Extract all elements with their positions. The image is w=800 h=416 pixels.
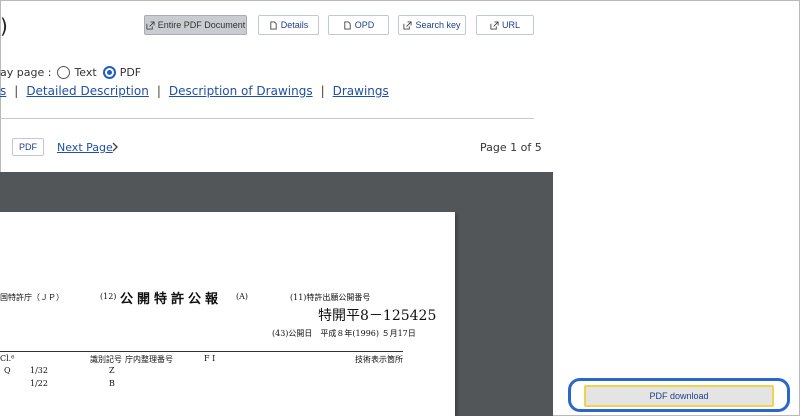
doc-office: 国特許庁（ＪＰ） [0,293,64,302]
opd-label: OPD [354,20,375,30]
url-label: URL [501,20,520,30]
radio-text-label[interactable]: Text [74,66,96,79]
details-label: Details [280,20,309,30]
chevron-right-icon[interactable] [109,140,121,154]
link-drawings[interactable]: Drawings [333,84,389,98]
document-icon [344,20,351,30]
opd-button[interactable]: OPD [328,15,389,35]
entire-pdf-document-button[interactable]: Entire PDF Document [144,15,247,35]
doc-col-id: 識別記号 [90,355,122,364]
search-key-button[interactable]: Search key [398,15,466,35]
next-page-link[interactable]: Next Page [57,141,113,154]
doc-row2-sub: 1/22 [30,379,48,388]
doc-pub-number: 特開平8－125425 [318,308,437,324]
link-detailed-description[interactable]: Detailed Description [26,84,149,98]
separator: | [320,84,325,98]
doc-row1-sub: 1/32 [30,366,48,375]
external-link-icon [403,20,413,30]
pdf-download-button[interactable]: PDF download [584,385,774,407]
doc-row1-id: Z [109,366,115,375]
pdf-button[interactable]: PDF [12,138,44,156]
display-page-label: ay page : [0,66,52,79]
doc-col-tech: 技術表示箇所 [355,355,403,364]
radio-pdf-label[interactable]: PDF [120,66,141,79]
external-link-icon [490,20,499,30]
page-indicator: Page 1 of 5 [480,141,542,154]
radio-pdf[interactable] [102,66,116,79]
doc-row2-id: B [109,379,115,388]
url-button[interactable]: URL [476,15,534,35]
doc-col-fi: F I [204,354,216,363]
page-title-fragment: ) [0,14,8,38]
display-page-selector: ay page : Text PDF [0,66,141,79]
doc-kind-title: 公開特許公報 [120,292,223,307]
details-button[interactable]: Details [258,15,319,35]
doc-pub-date: (43)公開日 平成８年(1996) ５月17日 [272,329,416,338]
doc-rule [0,351,403,352]
separator: | [14,84,19,98]
pdf-viewer[interactable]: 国特許庁（ＪＰ） (12) 公開特許公報 (A) (11)特許出願公開番号 特開… [0,172,553,416]
doc-col-cl: Cl.⁶ [0,354,15,363]
doc-row1-class: Q [4,366,11,375]
separator: | [156,84,161,98]
entire-pdf-document-label: Entire PDF Document [157,20,246,30]
doc-kind-num: (12) [100,292,117,301]
doc-col-office: 庁内整理番号 [125,355,173,364]
divider [0,118,534,119]
doc-kind-code: (A) [236,292,249,301]
radio-text[interactable] [57,66,71,79]
document-icon [270,20,277,30]
section-links: s | Detailed Description | Description o… [0,84,389,98]
search-key-label: Search key [415,20,461,30]
external-link-icon [146,20,155,30]
link-description-of-drawings[interactable]: Description of Drawings [169,84,313,98]
pdf-page: 国特許庁（ＪＰ） (12) 公開特許公報 (A) (11)特許出願公開番号 特開… [0,212,455,416]
link-claims-fragment[interactable]: s [0,84,6,98]
doc-pub-num-label: (11)特許出願公開番号 [290,293,371,302]
